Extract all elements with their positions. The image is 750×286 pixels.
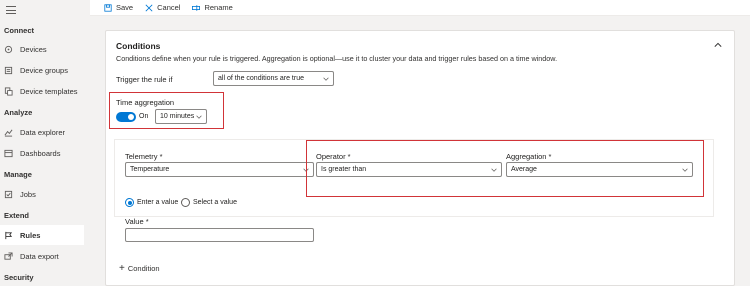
data-explorer-icon — [4, 128, 13, 137]
time-aggregation-label: Time aggregation — [116, 98, 175, 107]
select-value-label: Select a value — [193, 199, 237, 206]
sidebar-item-label: Data export — [20, 251, 59, 261]
trigger-label: Trigger the rule if — [116, 75, 173, 84]
value-label: Value * — [125, 217, 149, 226]
time-aggregation-toggle[interactable] — [116, 112, 136, 122]
sidebar-item-data-explorer[interactable]: Data explorer — [0, 122, 84, 142]
devices-icon — [4, 45, 13, 54]
sidebar-item-label: Devices — [20, 44, 47, 54]
select-value-radio[interactable] — [181, 198, 190, 207]
sidebar-item-label: Device groups — [20, 65, 68, 75]
sidebar-item-device-templates[interactable]: Device templates — [0, 81, 84, 101]
data-export-icon — [4, 251, 13, 261]
enter-value-label: Enter a value — [137, 199, 179, 206]
chevron-down-icon — [323, 77, 329, 81]
rename-icon — [192, 4, 201, 11]
time-window-value: 10 minutes — [160, 113, 195, 120]
plus-icon: + — [119, 262, 125, 274]
operator-aggregation-highlight — [306, 140, 704, 197]
rules-icon — [4, 231, 13, 240]
sidebar-item-device-groups[interactable]: Device groups — [0, 60, 84, 80]
close-icon — [145, 4, 153, 11]
sidebar-item-label: Dashboards — [20, 148, 61, 158]
conditions-title: Conditions — [116, 41, 161, 51]
device-templates-icon — [4, 86, 13, 96]
value-input[interactable] — [125, 228, 314, 242]
jobs-icon — [4, 190, 13, 199]
cancel-label: Cancel — [157, 3, 181, 12]
device-groups-icon — [4, 66, 13, 75]
cancel-button[interactable]: Cancel — [145, 3, 180, 12]
trigger-dropdown[interactable]: all of the conditions are true — [213, 71, 334, 86]
section-extend: Extend — [4, 211, 30, 220]
telemetry-dropdown[interactable]: Temperature — [125, 162, 314, 177]
hamburger-menu-icon[interactable] — [6, 6, 16, 14]
save-button[interactable]: Save — [104, 3, 133, 12]
sidebar-item-devices[interactable]: Devices — [0, 39, 84, 59]
section-connect: Connect — [4, 26, 34, 35]
command-bar: Save Cancel Rename — [90, 0, 750, 16]
enter-value-radio[interactable] — [125, 198, 134, 207]
chevron-up-icon[interactable] — [714, 41, 722, 49]
section-analyze: Analyze — [4, 108, 33, 117]
conditions-card: Conditions Conditions define when your r… — [105, 30, 735, 286]
sidebar-item-data-export[interactable]: Data export — [0, 246, 84, 266]
sidebar-item-label: Data explorer — [20, 127, 66, 137]
sidebar: Connect Devices Device groups Device tem… — [0, 0, 90, 286]
section-manage: Manage — [4, 170, 32, 179]
chevron-down-icon — [196, 115, 202, 119]
sidebar-item-label: Rules — [20, 230, 41, 240]
telemetry-label: Telemetry * — [125, 152, 163, 161]
save-icon — [104, 3, 112, 12]
trigger-value: all of the conditions are true — [218, 75, 304, 82]
rename-button[interactable]: Rename — [192, 3, 233, 12]
sidebar-item-label: Device templates — [20, 86, 78, 96]
time-window-dropdown[interactable]: 10 minutes — [155, 109, 207, 124]
add-condition-button[interactable]: + Condition — [119, 262, 160, 274]
rename-label: Rename — [204, 3, 233, 12]
conditions-description: Conditions define when your rule is trig… — [116, 54, 558, 63]
sidebar-item-dashboards[interactable]: Dashboards — [0, 143, 84, 163]
toggle-state-label: On — [139, 113, 149, 120]
sidebar-item-jobs[interactable]: Jobs — [0, 184, 84, 204]
dashboards-icon — [4, 149, 13, 158]
sidebar-item-rules[interactable]: Rules — [0, 225, 84, 245]
add-condition-label: Condition — [127, 264, 160, 273]
save-label: Save — [116, 3, 134, 12]
sidebar-item-label: Jobs — [20, 189, 36, 199]
telemetry-value: Temperature — [130, 166, 170, 173]
section-security: Security — [4, 273, 34, 282]
